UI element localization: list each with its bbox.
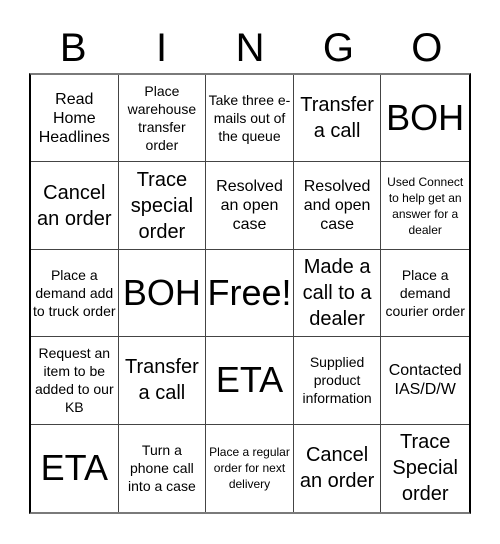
bingo-cell[interactable]: Transfer a call <box>293 75 382 163</box>
bingo-cell[interactable]: Free! <box>206 249 294 338</box>
bingo-cell[interactable]: Request an item to be added to our KB <box>31 337 119 425</box>
bingo-cell-label: Turn a phone call into a case <box>128 442 196 495</box>
header-letter-i: I <box>156 26 168 70</box>
bingo-cell-label: Cancel an order <box>299 444 375 493</box>
bingo-cell-label: Place a demand courier order <box>385 266 465 319</box>
bingo-cell-label: Trace special order <box>130 168 194 243</box>
bingo-cell-label: Trace Special order <box>392 431 458 506</box>
bingo-cell[interactable]: Supplied product information <box>293 337 382 425</box>
bingo-cell-label: Used Connect to help get an answer for a… <box>387 174 464 237</box>
bingo-header: B I N G O <box>29 24 471 72</box>
bingo-cell-label: Supplied product information <box>302 354 372 407</box>
bingo-cell[interactable]: Trace special order <box>118 162 207 250</box>
bingo-cell[interactable]: Read Home Headlines <box>31 75 119 163</box>
bingo-cell-label: Transfer a call <box>300 94 374 143</box>
bingo-cell-label: Free! <box>207 271 292 313</box>
bingo-cell[interactable]: Used Connect to help get an answer for a… <box>381 162 469 250</box>
header-letter-n: N <box>235 26 265 70</box>
bingo-cell-label: Transfer a call <box>125 356 199 405</box>
bingo-cell-label: Request an item to be added to our KB <box>34 345 114 416</box>
bingo-grid: Read Home Headlines Place warehouse trans… <box>29 73 471 514</box>
bingo-cell[interactable]: Resolved an open case <box>206 162 294 250</box>
bingo-cell[interactable]: Take three e-mails out of the queue <box>206 75 294 163</box>
bingo-cell-label: Place warehouse transfer order <box>127 83 197 154</box>
bingo-cell[interactable]: Cancel an order <box>31 162 119 250</box>
bingo-cell-label: Read Home Headlines <box>38 90 110 146</box>
bingo-cell[interactable]: Place a demand courier order <box>381 250 469 338</box>
bingo-cell-label: ETA <box>40 447 108 489</box>
bingo-cell-label: Cancel an order <box>37 181 112 230</box>
bingo-cell[interactable]: Transfer a call <box>118 337 207 425</box>
bingo-cell-label: Take three e-mails out of the queue <box>208 92 291 145</box>
bingo-cell[interactable]: Trace Special order <box>381 425 469 512</box>
bingo-cell[interactable]: Contacted IAS/D/W <box>381 337 469 425</box>
bingo-cell[interactable]: BOH <box>118 249 207 338</box>
header-letter-g: G <box>322 26 354 70</box>
bingo-cell[interactable]: Turn a phone call into a case <box>119 424 207 512</box>
bingo-cell-label: Place a regular order for next delivery <box>209 445 290 492</box>
bingo-cell-label: Resolved an open case <box>216 178 283 234</box>
bingo-cell[interactable]: Made a call to a dealer <box>293 249 382 338</box>
bingo-cell[interactable]: Cancel an order <box>294 424 382 512</box>
bingo-cell[interactable]: Place a regular order for next delivery <box>206 424 294 512</box>
bingo-cell-label: Resolved and open case <box>303 178 371 234</box>
bingo-cell[interactable]: Place a demand add to truck order <box>31 249 119 338</box>
bingo-cell-label: Made a call to a dealer <box>302 255 372 330</box>
bingo-cell-label: Contacted IAS/D/W <box>388 362 462 399</box>
bingo-cell[interactable]: ETA <box>31 424 119 512</box>
bingo-cell-label: BOH <box>386 97 465 139</box>
header-letter-b: B <box>59 26 87 70</box>
bingo-cell[interactable]: Resolved and open case <box>293 162 382 250</box>
bingo-cell-label: BOH <box>122 271 201 313</box>
bingo-cell-label: Place a demand add to truck order <box>33 266 116 319</box>
bingo-cell[interactable]: ETA <box>206 337 294 425</box>
bingo-cell[interactable]: Place warehouse transfer order <box>118 75 207 163</box>
header-letter-o: O <box>411 26 443 70</box>
bingo-cell-label: ETA <box>215 359 284 401</box>
bingo-cell[interactable]: BOH <box>381 75 469 163</box>
